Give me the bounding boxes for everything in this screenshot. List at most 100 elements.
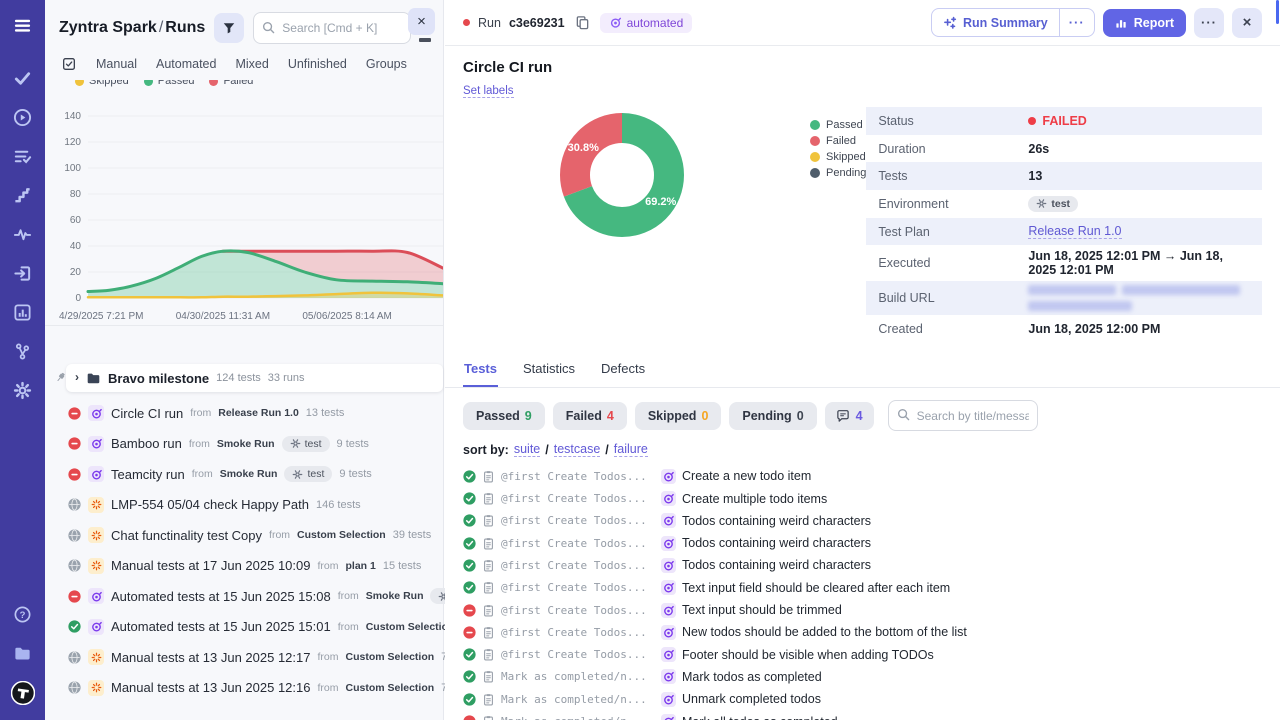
app-sidebar: ? xyxy=(0,0,45,720)
detail-label: Tests xyxy=(878,169,1028,183)
run-list-item[interactable]: Bamboo runfromSmoke Runtest9 tests xyxy=(45,429,443,460)
run-tests-count: 146 tests xyxy=(316,499,361,511)
plans-list-check-icon[interactable] xyxy=(0,137,45,176)
legend-item-passed: Passed xyxy=(144,80,195,87)
run-list-item[interactable]: Manual tests at 13 Jun 2025 12:17fromCus… xyxy=(45,642,443,673)
scrollbar-thumb[interactable] xyxy=(1276,0,1279,24)
test-list-item[interactable]: @first Create Todos...Todos containing w… xyxy=(463,554,1262,576)
run-name: Automated tests at 15 Jun 2025 15:01 xyxy=(111,619,331,634)
run-summary-more-button[interactable]: ··· xyxy=(1060,9,1094,36)
run-list-item[interactable]: Automated tests at 15 Jun 2025 15:08from… xyxy=(45,581,443,612)
detail-label: Duration xyxy=(878,142,1028,156)
import-arrow-icon[interactable] xyxy=(0,254,45,293)
run-type-tab-unfinished[interactable]: Unfinished xyxy=(288,57,347,71)
tab-defects[interactable]: Defects xyxy=(600,355,646,387)
test-suite-name: @first Create Todos... xyxy=(501,648,655,661)
test-suite-name: Mark as completed/n... xyxy=(501,693,655,706)
automated-run-icon xyxy=(661,669,676,684)
test-list-item[interactable]: @first Create Todos...Text input should … xyxy=(463,599,1262,621)
legend-item-failed: Failed xyxy=(209,80,253,87)
test-list-item[interactable]: @first Create Todos...Create multiple to… xyxy=(463,487,1262,509)
test-plan-link[interactable]: Release Run 1.0 xyxy=(1028,224,1121,239)
test-suite-name: @first Create Todos... xyxy=(501,626,655,639)
run-list-item[interactable]: LMP-554 05/04 check Happy Path 146 tests xyxy=(45,490,443,521)
run-list-item[interactable]: Teamcity runfromSmoke Runtest9 tests xyxy=(45,459,443,490)
tab-statistics[interactable]: Statistics xyxy=(522,355,576,387)
run-from-label: from xyxy=(317,682,338,694)
run-list-item[interactable]: Manual tests at 13 Jun 2025 12:16fromCus… xyxy=(45,673,443,704)
filter-chip-pending[interactable]: Pending0 xyxy=(729,402,816,430)
projects-folder-icon[interactable] xyxy=(0,634,45,673)
passed-status-icon xyxy=(463,537,476,550)
topbar-actions: Run Summary ··· Report ··· × xyxy=(931,8,1262,38)
test-list-item[interactable]: @first Create Todos...Todos containing w… xyxy=(463,532,1262,554)
runs-search-input[interactable] xyxy=(253,12,411,44)
pulse-activity-icon[interactable] xyxy=(0,215,45,254)
test-list-item[interactable]: @first Create Todos...Create a new todo … xyxy=(463,465,1262,487)
test-list-item[interactable]: Mark as completed/n...Mark all todos as … xyxy=(463,710,1262,720)
runs-list-panel: Zyntra Spark/Runs × ManualAutomatedMixed… xyxy=(45,0,444,720)
clipboard-icon xyxy=(482,559,495,572)
sort-link-suite[interactable]: suite xyxy=(514,442,540,457)
run-type-tab-groups[interactable]: Groups xyxy=(366,57,407,71)
run-list-item[interactable]: Chat functinality test CopyfromCustom Se… xyxy=(45,520,443,551)
filter-button[interactable] xyxy=(214,13,244,43)
run-list-item[interactable]: Circle CI runfromRelease Run 1.013 tests xyxy=(45,398,443,429)
automated-run-icon xyxy=(661,469,676,484)
test-list-item[interactable]: Mark as completed/n...Unmark completed t… xyxy=(463,688,1262,710)
clipboard-icon xyxy=(482,470,495,483)
runs-play-icon[interactable] xyxy=(0,98,45,137)
run-name: LMP-554 05/04 check Happy Path xyxy=(111,497,309,512)
set-labels-link[interactable]: Set labels xyxy=(463,85,514,98)
automated-badge-label: automated xyxy=(627,16,684,30)
branches-git-icon[interactable] xyxy=(0,332,45,371)
run-type-tab-mixed[interactable]: Mixed xyxy=(235,57,268,71)
filter-chip-skipped[interactable]: Skipped0 xyxy=(635,402,722,430)
copy-run-id-button[interactable] xyxy=(573,13,592,32)
run-from-label: from xyxy=(338,621,359,633)
hamburger-menu-icon[interactable] xyxy=(0,6,45,45)
tab-tests[interactable]: Tests xyxy=(463,355,498,387)
breadcrumb-project[interactable]: Zyntra Spark xyxy=(59,19,157,36)
tests-check-icon[interactable] xyxy=(0,59,45,98)
test-list-item[interactable]: @first Create Todos...Todos containing w… xyxy=(463,510,1262,532)
donut-failed-label: 30.8% xyxy=(568,142,599,154)
pin-icon[interactable] xyxy=(54,371,67,384)
more-options-button[interactable]: ··· xyxy=(1194,8,1224,38)
passed-status-icon xyxy=(463,648,476,661)
steps-stairs-icon[interactable] xyxy=(0,176,45,215)
panel-close-button[interactable]: × xyxy=(408,8,435,35)
run-type-tab-automated[interactable]: Automated xyxy=(156,57,216,71)
settings-gear-icon[interactable] xyxy=(0,371,45,410)
redacted-build-url xyxy=(1028,285,1250,311)
filter-chip-passed[interactable]: Passed9 xyxy=(463,402,545,430)
chevron-right-icon[interactable]: › xyxy=(75,370,79,384)
comments-filter-chip[interactable]: 4 xyxy=(825,402,874,430)
test-list-item[interactable]: @first Create Todos...Footer should be v… xyxy=(463,644,1262,666)
milestone-row[interactable]: › Bravo milestone 124 tests 33 runs xyxy=(66,364,443,392)
help-circle-icon[interactable]: ? xyxy=(0,595,45,634)
run-type-tab-manual[interactable]: Manual xyxy=(96,57,137,71)
test-list-item[interactable]: Mark as completed/n...Mark todos as comp… xyxy=(463,666,1262,688)
tests-search-input[interactable] xyxy=(888,400,1038,431)
passed-status-icon xyxy=(463,492,476,505)
reports-bar-chart-icon[interactable] xyxy=(0,293,45,332)
test-list-item[interactable]: @first Create Todos...Text input field s… xyxy=(463,577,1262,599)
select-all-clipboard-icon[interactable] xyxy=(61,56,77,72)
sort-link-failure[interactable]: failure xyxy=(614,442,648,457)
run-summary-main[interactable]: Run Summary xyxy=(932,9,1059,36)
failed-status-icon xyxy=(463,715,476,720)
test-list-item[interactable]: @first Create Todos...New todos should b… xyxy=(463,621,1262,643)
test-suite-name: @first Create Todos... xyxy=(501,604,655,617)
donut-legend-failed: Failed xyxy=(810,135,866,147)
run-list-item[interactable]: Automated tests at 15 Jun 2025 15:01 from… xyxy=(45,612,443,643)
run-from-label: from xyxy=(317,651,338,663)
close-detail-button[interactable]: × xyxy=(1232,8,1262,38)
svg-text:40: 40 xyxy=(70,241,82,252)
filter-chip-failed[interactable]: Failed4 xyxy=(553,402,627,430)
run-list-item[interactable]: Manual tests at 17 Jun 2025 10:09frompla… xyxy=(45,551,443,582)
report-button[interactable]: Report xyxy=(1103,9,1186,37)
app-logo[interactable] xyxy=(0,673,45,712)
run-summary-button[interactable]: Run Summary ··· xyxy=(931,8,1095,37)
sort-link-testcase[interactable]: testcase xyxy=(554,442,601,457)
